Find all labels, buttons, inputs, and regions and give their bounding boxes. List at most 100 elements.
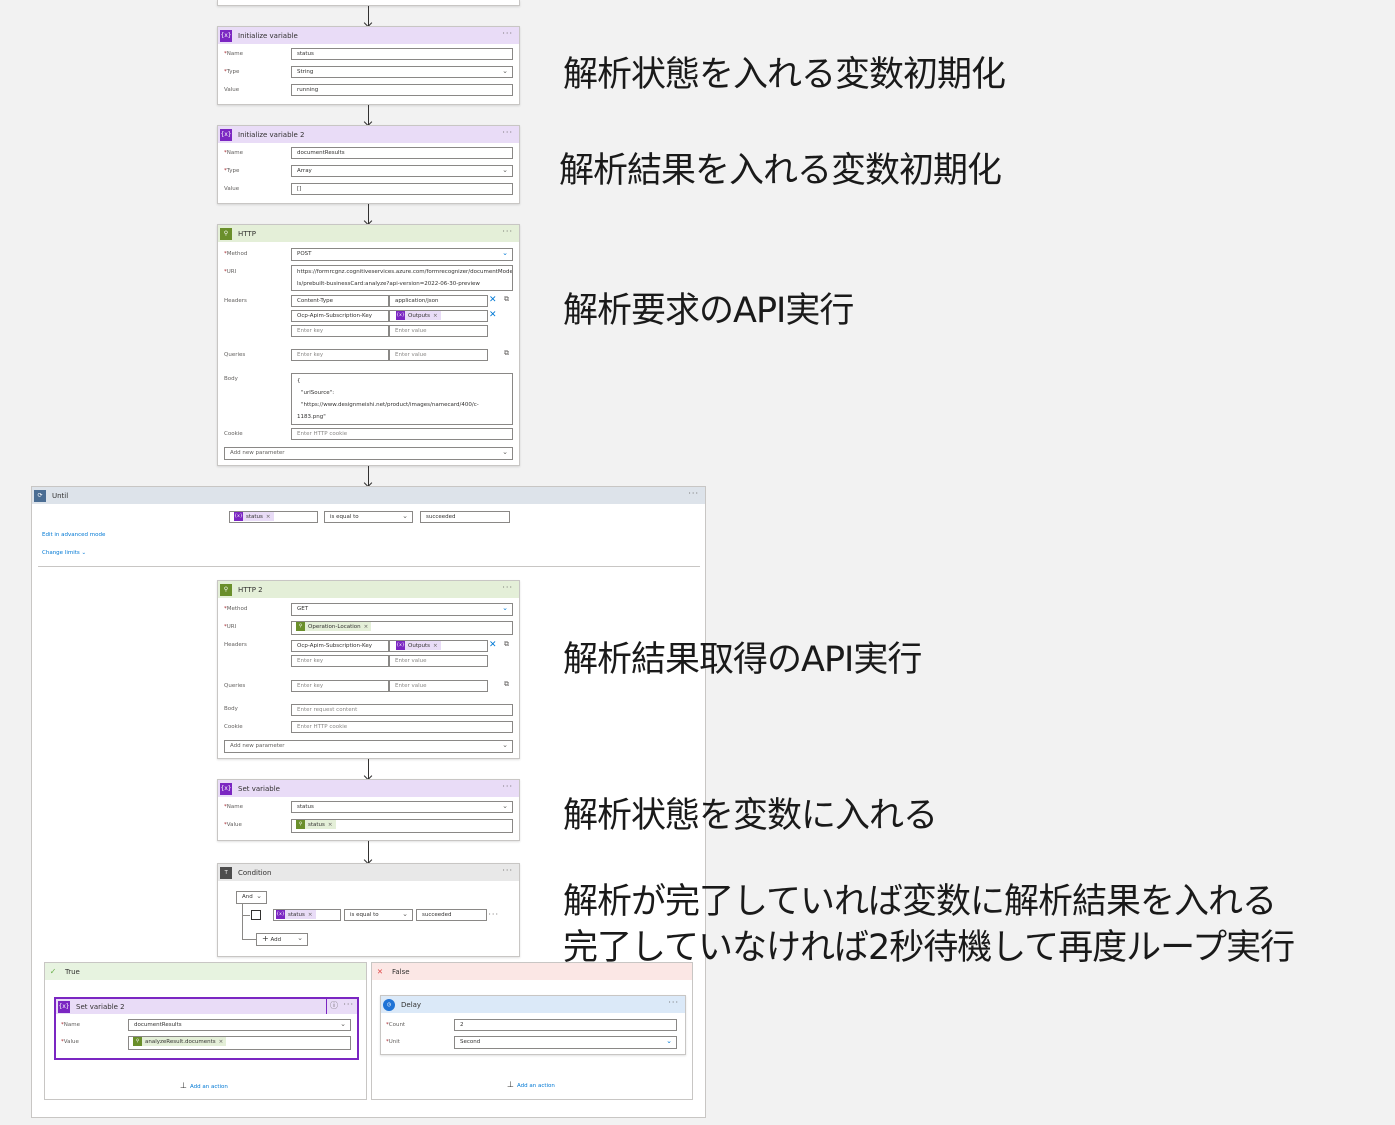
header-key-field[interactable]: Content-Type: [291, 295, 389, 307]
http-header[interactable]: ⚲ HTTP ···: [218, 225, 519, 242]
method-dropdown[interactable]: POST ⌄: [291, 248, 513, 261]
dynamic-content-token[interactable]: ⚲ Operation-Location ×: [296, 622, 372, 632]
initialize-variable-2-card[interactable]: {x} Initialize variable 2 ··· *Name docu…: [217, 125, 520, 204]
dynamic-content-token[interactable]: ⚲ status ×: [296, 820, 336, 829]
set-variable-header[interactable]: {x} Set variable ···: [218, 780, 519, 797]
header-key-field[interactable]: Ocp-Apim-Subscription-Key: [291, 310, 389, 322]
more-options-icon[interactable]: ···: [502, 782, 513, 791]
more-options-icon[interactable]: ···: [502, 29, 513, 38]
info-icon[interactable]: ⓘ: [330, 1000, 338, 1011]
until-header[interactable]: ⟳ Until ···: [32, 487, 705, 504]
remove-token-icon[interactable]: ×: [328, 820, 333, 830]
method-dropdown[interactable]: GET ⌄: [291, 603, 513, 616]
add-action-button[interactable]: ⊥ Add an action: [180, 1081, 228, 1090]
switch-text-mode-icon[interactable]: ⧉: [504, 640, 509, 649]
value-field[interactable]: []: [291, 183, 513, 195]
until-operator-dropdown[interactable]: is equal to ⌄: [324, 511, 413, 523]
unit-dropdown[interactable]: Second ⌄: [454, 1036, 677, 1049]
remove-header-icon[interactable]: ✕: [489, 295, 497, 305]
delay-header[interactable]: ◷ Delay ···: [381, 996, 685, 1013]
query-value-input[interactable]: Enter value: [389, 349, 488, 361]
http-action-card[interactable]: ⚲ HTTP ··· *Method POST ⌄ *URI https://fo…: [217, 224, 520, 466]
header-value-field[interactable]: {x} Outputs ×: [389, 310, 488, 322]
condition-operator-dropdown[interactable]: is equal to ⌄: [344, 909, 413, 921]
uri-field[interactable]: ⚲ Operation-Location ×: [291, 621, 513, 635]
add-parameter-dropdown[interactable]: Add new parameter ⌄: [224, 740, 513, 753]
cookie-input[interactable]: Enter HTTP cookie: [291, 428, 513, 440]
edit-advanced-mode-link[interactable]: Edit in advanced mode: [42, 532, 105, 538]
header-key-input[interactable]: Enter key: [291, 325, 389, 337]
type-dropdown[interactable]: String ⌄: [291, 66, 513, 78]
delay-card[interactable]: ◷ Delay ··· *Count 2 *Unit Second ⌄: [380, 995, 686, 1055]
switch-text-mode-icon[interactable]: ⧉: [504, 349, 509, 358]
remove-token-icon[interactable]: ×: [364, 622, 369, 632]
cookie-input[interactable]: Enter HTTP cookie: [291, 721, 513, 733]
more-options-icon[interactable]: ···: [502, 866, 513, 875]
body-field[interactable]: { "urlSource": "https://www.designmeishi…: [291, 373, 513, 425]
remove-token-icon[interactable]: ×: [308, 910, 313, 920]
dynamic-content-token[interactable]: {x} status ×: [234, 512, 274, 521]
more-options-icon[interactable]: ···: [502, 128, 513, 137]
add-parameter-dropdown[interactable]: Add new parameter ⌄: [224, 447, 513, 460]
false-branch-container[interactable]: ✕ False ◷ Delay ··· *Count 2 *Unit Secon…: [371, 962, 693, 1100]
remove-token-icon[interactable]: ×: [266, 512, 271, 522]
switch-text-mode-icon[interactable]: ⧉: [504, 295, 509, 304]
until-value-field[interactable]: succeeded: [420, 511, 510, 523]
set-variable-2-header[interactable]: {x} Set variable 2 ⓘ ···: [56, 998, 357, 1014]
count-field[interactable]: 2: [454, 1019, 677, 1031]
initialize-variable-card[interactable]: {x} Initialize variable ··· *Name status…: [217, 26, 520, 105]
header-value-field[interactable]: {x} Outputs ×: [389, 640, 488, 652]
value-field[interactable]: ⚲ analyzeResult.documents ×: [128, 1036, 351, 1050]
query-value-input[interactable]: Enter value: [389, 680, 488, 692]
and-group-dropdown[interactable]: And ⌄: [236, 891, 267, 904]
more-options-icon[interactable]: ···: [688, 489, 699, 498]
header-value-input[interactable]: Enter value: [389, 655, 488, 667]
dynamic-content-token[interactable]: {x} Outputs ×: [396, 641, 441, 650]
value-field[interactable]: running: [291, 84, 513, 96]
value-field[interactable]: ⚲ status ×: [291, 819, 513, 833]
more-options-icon[interactable]: ···: [343, 1000, 354, 1009]
header-value-field[interactable]: application/json: [389, 295, 488, 307]
name-dropdown[interactable]: documentResults ⌄: [128, 1019, 351, 1031]
remove-header-icon[interactable]: ✕: [489, 640, 497, 650]
condition-card[interactable]: ⊤ Condition ··· And ⌄ {x} status × is equal…: [217, 863, 520, 957]
query-key-input[interactable]: Enter key: [291, 680, 389, 692]
condition-operand[interactable]: {x} status ×: [273, 909, 341, 921]
remove-header-icon[interactable]: ✕: [489, 310, 497, 320]
more-options-icon[interactable]: ···: [502, 227, 513, 236]
condition-header[interactable]: ⊤ Condition ···: [218, 864, 519, 881]
header-key-field[interactable]: Ocp-Apim-Subscription-Key: [291, 640, 389, 652]
add-action-button[interactable]: ⊥ Add an action: [507, 1080, 555, 1089]
dynamic-content-token[interactable]: {x} status ×: [276, 910, 316, 919]
http-2-action-card[interactable]: ⚲ HTTP 2 ··· *Method GET ⌄ *URI ⚲ Operatio…: [217, 580, 520, 759]
name-field[interactable]: documentResults: [291, 147, 513, 159]
until-condition-operand[interactable]: {x} status ×: [229, 511, 318, 523]
row-options-icon[interactable]: ···: [488, 910, 499, 919]
row-checkbox[interactable]: [251, 910, 261, 920]
set-variable-card[interactable]: {x} Set variable ··· *Name status ⌄ *Valu…: [217, 779, 520, 841]
type-dropdown[interactable]: Array ⌄: [291, 165, 513, 177]
dynamic-content-token[interactable]: {x} Outputs ×: [396, 311, 441, 320]
header-key-input[interactable]: Enter key: [291, 655, 389, 667]
remove-token-icon[interactable]: ×: [433, 641, 438, 651]
dynamic-content-token[interactable]: ⚲ analyzeResult.documents ×: [133, 1037, 227, 1047]
true-branch-container[interactable]: ✓ True {x} Set variable 2 ⓘ ··· *Name do…: [44, 962, 367, 1100]
remove-token-icon[interactable]: ×: [219, 1037, 224, 1047]
name-dropdown[interactable]: status ⌄: [291, 801, 513, 813]
more-options-icon[interactable]: ···: [502, 583, 513, 592]
switch-text-mode-icon[interactable]: ⧉: [504, 680, 509, 689]
body-input[interactable]: Enter request content: [291, 704, 513, 716]
remove-token-icon[interactable]: ×: [433, 311, 438, 321]
add-row-button[interactable]: + Add ⌄: [256, 933, 308, 946]
name-field[interactable]: status: [291, 48, 513, 60]
query-key-input[interactable]: Enter key: [291, 349, 389, 361]
http-2-header[interactable]: ⚲ HTTP 2 ···: [218, 581, 519, 598]
header-value-input[interactable]: Enter value: [389, 325, 488, 337]
more-options-icon[interactable]: ···: [668, 998, 679, 1007]
initialize-variable-header[interactable]: {x} Initialize variable ···: [218, 27, 519, 44]
condition-value-field[interactable]: succeeded: [416, 909, 487, 921]
set-variable-2-card[interactable]: {x} Set variable 2 ⓘ ··· *Name documentR…: [54, 997, 359, 1060]
uri-field[interactable]: https://formrcgnz.cognitiveservices.azur…: [291, 265, 513, 291]
initialize-variable-2-header[interactable]: {x} Initialize variable 2 ···: [218, 126, 519, 143]
change-limits-link[interactable]: Change limits ⌄: [42, 550, 86, 556]
